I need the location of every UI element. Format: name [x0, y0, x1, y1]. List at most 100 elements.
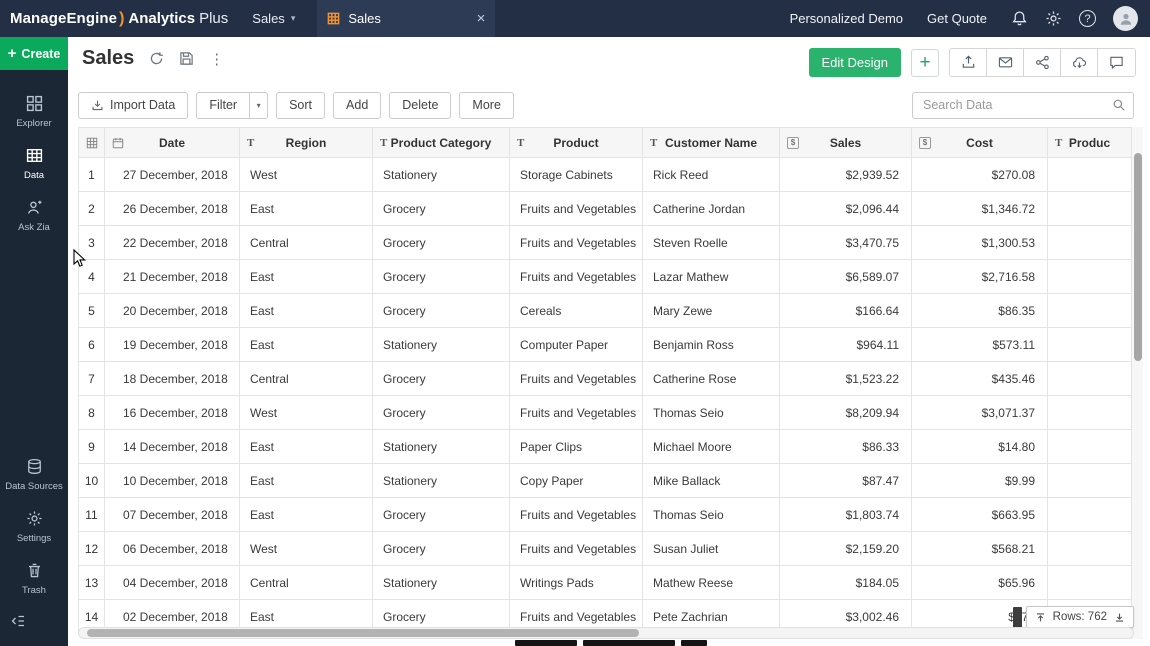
- cell-region[interactable]: East: [240, 192, 373, 226]
- gear-icon[interactable]: [1045, 10, 1062, 27]
- cell-customer-name[interactable]: Steven Roelle: [643, 226, 780, 260]
- cell-product2[interactable]: [1048, 498, 1132, 532]
- import-data-button[interactable]: Import Data: [78, 92, 188, 119]
- cell-product[interactable]: Fruits and Vegetables: [510, 396, 643, 430]
- cell-product-category[interactable]: Stationery: [373, 430, 510, 464]
- avatar[interactable]: [1113, 6, 1138, 31]
- row-number[interactable]: 12: [79, 532, 105, 566]
- cell-product2[interactable]: [1048, 158, 1132, 192]
- cell-product[interactable]: Fruits and Vegetables: [510, 532, 643, 566]
- sidebar-item-data-sources[interactable]: Data Sources: [0, 449, 68, 501]
- cell-product2[interactable]: [1048, 260, 1132, 294]
- select-all-header[interactable]: [79, 128, 105, 158]
- email-icon[interactable]: [987, 49, 1024, 76]
- filter-dropdown-icon[interactable]: ▾: [250, 92, 268, 119]
- table-row[interactable]: 13 04 December, 2018 Central Stationery …: [79, 566, 1132, 600]
- cell-product-category[interactable]: Grocery: [373, 192, 510, 226]
- cell-region[interactable]: Central: [240, 566, 373, 600]
- row-number[interactable]: 1: [79, 158, 105, 192]
- cell-customer-name[interactable]: Thomas Seio: [643, 498, 780, 532]
- cell-product2[interactable]: [1048, 430, 1132, 464]
- horizontal-scrollbar-thumb[interactable]: [87, 629, 639, 637]
- cell-cost[interactable]: $3,071.37: [912, 396, 1048, 430]
- sidebar-item-explorer[interactable]: Explorer: [0, 86, 68, 138]
- create-button[interactable]: + Create: [0, 37, 68, 70]
- filter-button[interactable]: Filter: [196, 92, 250, 119]
- bell-icon[interactable]: [1011, 10, 1028, 27]
- cell-customer-name[interactable]: Catherine Rose: [643, 362, 780, 396]
- cell-cost[interactable]: $14.80: [912, 430, 1048, 464]
- vertical-scrollbar[interactable]: [1131, 127, 1143, 639]
- cell-cost[interactable]: $86.35: [912, 294, 1048, 328]
- cloud-download-icon[interactable]: [1061, 49, 1098, 76]
- row-number[interactable]: 13: [79, 566, 105, 600]
- table-row[interactable]: 10 10 December, 2018 East Stationery Cop…: [79, 464, 1132, 498]
- cell-date[interactable]: 26 December, 2018: [105, 192, 240, 226]
- row-number[interactable]: 2: [79, 192, 105, 226]
- cell-product[interactable]: Storage Cabinets: [510, 158, 643, 192]
- cell-product2[interactable]: [1048, 328, 1132, 362]
- cell-product-category[interactable]: Grocery: [373, 498, 510, 532]
- cell-sales[interactable]: $87.47: [780, 464, 912, 498]
- cell-cost[interactable]: $65.96: [912, 566, 1048, 600]
- row-number[interactable]: 5: [79, 294, 105, 328]
- sort-button[interactable]: Sort: [276, 92, 325, 119]
- cell-product-category[interactable]: Stationery: [373, 328, 510, 362]
- cell-customer-name[interactable]: Thomas Seio: [643, 396, 780, 430]
- cell-customer-name[interactable]: Michael Moore: [643, 430, 780, 464]
- row-number[interactable]: 7: [79, 362, 105, 396]
- cell-cost[interactable]: $270.08: [912, 158, 1048, 192]
- sidebar-item-trash[interactable]: Trash: [0, 553, 68, 605]
- table-row[interactable]: 11 07 December, 2018 East Grocery Fruits…: [79, 498, 1132, 532]
- sidebar-item-ask-zia[interactable]: Ask Zia: [0, 190, 68, 242]
- scroll-to-bottom-icon[interactable]: [1114, 612, 1125, 623]
- table-row[interactable]: 5 20 December, 2018 East Grocery Cereals…: [79, 294, 1132, 328]
- get-quote-link[interactable]: Get Quote: [927, 11, 987, 26]
- share-icon[interactable]: [1024, 49, 1061, 76]
- tab-close-icon[interactable]: ×: [477, 11, 486, 26]
- cell-product2[interactable]: [1048, 396, 1132, 430]
- workspace-dropdown[interactable]: Sales ▾: [252, 11, 295, 26]
- cell-date[interactable]: 07 December, 2018: [105, 498, 240, 532]
- cell-cost[interactable]: $663.95: [912, 498, 1048, 532]
- sidebar-item-settings[interactable]: Settings: [0, 501, 68, 553]
- cell-product2[interactable]: [1048, 362, 1132, 396]
- cell-product2[interactable]: [1048, 566, 1132, 600]
- cell-date[interactable]: 16 December, 2018: [105, 396, 240, 430]
- column-header-region[interactable]: T Region: [240, 128, 373, 158]
- table-row[interactable]: 9 14 December, 2018 East Stationery Pape…: [79, 430, 1132, 464]
- cell-date[interactable]: 19 December, 2018: [105, 328, 240, 362]
- cell-product[interactable]: Computer Paper: [510, 328, 643, 362]
- cell-region[interactable]: West: [240, 158, 373, 192]
- more-options-icon[interactable]: ⋮: [209, 50, 224, 68]
- row-number[interactable]: 8: [79, 396, 105, 430]
- cell-region[interactable]: East: [240, 260, 373, 294]
- row-number[interactable]: 3: [79, 226, 105, 260]
- cell-sales[interactable]: $166.64: [780, 294, 912, 328]
- cell-product-category[interactable]: Grocery: [373, 532, 510, 566]
- cell-product[interactable]: Fruits and Vegetables: [510, 226, 643, 260]
- cell-product-category[interactable]: Grocery: [373, 294, 510, 328]
- row-number[interactable]: 10: [79, 464, 105, 498]
- cell-product-category[interactable]: Grocery: [373, 396, 510, 430]
- cell-cost[interactable]: $1,346.72: [912, 192, 1048, 226]
- cell-customer-name[interactable]: Benjamin Ross: [643, 328, 780, 362]
- cell-product[interactable]: Fruits and Vegetables: [510, 362, 643, 396]
- cell-sales[interactable]: $3,470.75: [780, 226, 912, 260]
- column-header-customer-name[interactable]: T Customer Name: [643, 128, 780, 158]
- sidebar-item-data[interactable]: Data: [0, 138, 68, 190]
- cell-product[interactable]: Paper Clips: [510, 430, 643, 464]
- add-button[interactable]: Add: [333, 92, 381, 119]
- export-icon[interactable]: [950, 49, 987, 76]
- cell-product[interactable]: Fruits and Vegetables: [510, 260, 643, 294]
- cell-customer-name[interactable]: Mike Ballack: [643, 464, 780, 498]
- more-button[interactable]: More: [459, 92, 513, 119]
- comment-icon[interactable]: [1098, 49, 1135, 76]
- cell-sales[interactable]: $2,159.20: [780, 532, 912, 566]
- table-row[interactable]: 1 27 December, 2018 West Stationery Stor…: [79, 158, 1132, 192]
- cell-customer-name[interactable]: Catherine Jordan: [643, 192, 780, 226]
- save-icon[interactable]: [179, 51, 194, 66]
- cell-customer-name[interactable]: Mary Zewe: [643, 294, 780, 328]
- tab-sales[interactable]: Sales ×: [317, 0, 495, 37]
- help-icon[interactable]: ?: [1079, 10, 1096, 27]
